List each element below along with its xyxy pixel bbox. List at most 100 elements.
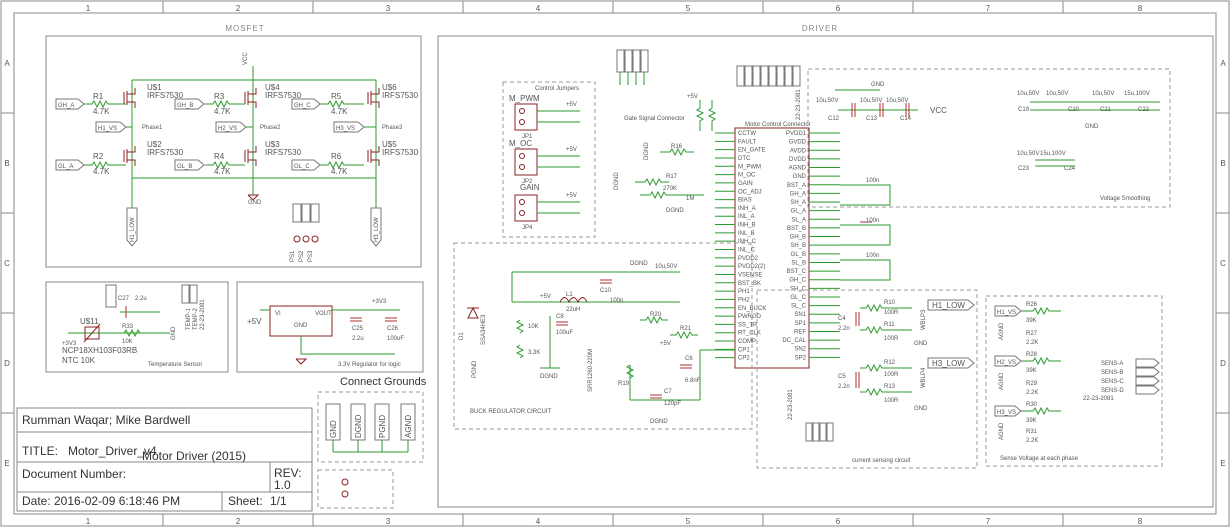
col-label-8: 8 — [1138, 4, 1143, 13]
driver-pin-ph2: PH2 — [738, 297, 750, 303]
current-sense-parts: R10 100R R11 100R R12 100R R13 100R C4 2… — [788, 299, 975, 442]
c20-ref: C20 — [1068, 107, 1080, 113]
c20-value: 10u,50V — [1046, 91, 1068, 97]
cap-vcc: VCC — [930, 106, 947, 115]
r28-value: 39K — [1026, 368, 1037, 374]
driver-pin-cp2: CP2 — [738, 356, 750, 362]
sense-date: 22-23-2081 — [1083, 396, 1114, 402]
temp-2: TEMP-2 — [193, 307, 199, 330]
c6-ref: C6 — [685, 356, 693, 362]
buck-dgnd-3: DGND — [650, 419, 668, 425]
buck-section-title: BUCK REGULATOR CIRCUIT — [470, 409, 551, 415]
r4-value: 4.7K — [214, 167, 231, 176]
c27-ref: C27 — [118, 296, 130, 302]
drv-5v: +5V — [687, 94, 698, 100]
jumper-5v-2: +5V — [566, 147, 577, 153]
connect-grounds-title: Connect Grounds — [340, 376, 427, 388]
flag-h2-vs: H2_VS — [218, 126, 237, 132]
gate-signal-title: Gate Signal Connector — [624, 116, 685, 122]
r10-value: 100R — [884, 310, 899, 316]
jumper-net-oc: M_OC — [509, 139, 532, 148]
temp-date: 22-23-2081 — [200, 299, 206, 330]
driver-pin-bst-bk: BST_BK — [738, 281, 761, 287]
supply-caps: GND 10u,50V 10u,50V 10u,50V C12 C13 C14 … — [816, 82, 947, 122]
reg-vout: VOUT — [315, 311, 332, 317]
sense-agnd-3: AGND — [999, 422, 1005, 440]
flag-gh-a: GH_A — [58, 103, 74, 109]
c4-value: 2.2n — [838, 326, 850, 332]
driver-section: DRIVER Control Jumpers M_PWM M_OC GAIN J… — [437, 24, 1214, 508]
driver-pin-ss-tr: SS_TR — [738, 322, 758, 328]
cs-gnd-1: GND — [914, 341, 928, 347]
schematic-sheet: 1 2 3 4 5 6 7 8 1 2 3 4 5 6 7 8 A B C D … — [0, 0, 1230, 527]
reg-vin: +5V — [247, 317, 262, 326]
c24-ref: C24 — [1064, 166, 1076, 172]
l1-value: 22uH — [566, 307, 580, 313]
driver-pin-sh-a: SH_A — [790, 200, 806, 206]
title-authors: Rumman Waqar; Mike Bardwell — [22, 413, 190, 427]
drv-dgnd-2: DGND — [666, 208, 684, 214]
col-label-5-bottom: 5 — [686, 517, 691, 526]
r13-value: 100R — [884, 398, 899, 404]
c5-ref: C5 — [838, 374, 846, 380]
current-sense-title: current sensing circuit — [852, 458, 911, 464]
r6-ref: R6 — [331, 152, 342, 161]
buck-c-10u: 10u,50V — [655, 264, 677, 270]
r18-value: 1M — [686, 196, 694, 202]
col-label-5: 5 — [686, 4, 691, 13]
c25-ref: C25 — [352, 326, 364, 332]
c21-ref: C21 — [1100, 107, 1112, 113]
driver-pin-ph1: PH1 — [738, 289, 750, 295]
row-label-d-right: D — [1220, 359, 1226, 368]
diode-ref: D1 — [459, 332, 465, 340]
flag-h1-low: H1_LOW — [130, 217, 136, 242]
c10-ref: C10 — [600, 288, 612, 294]
jumper-5v-1: +5V — [566, 102, 577, 108]
buck-r-r20: R20 — [650, 312, 662, 318]
sens-b: SENS-B — [1101, 370, 1123, 376]
col-label-1: 1 — [86, 4, 91, 13]
pad-ps3: PS3 — [308, 250, 314, 262]
jumper-jp2: JP2 — [522, 179, 533, 185]
driver-pin-pvdd1: PVDD1 — [786, 131, 807, 137]
smoothing-caps: 10u,50V 10u,50V 10u,50V 15u,100V C19 C20… — [1017, 91, 1160, 172]
c25-value: 2.2u — [352, 336, 364, 342]
motor-control-date: 22-23-2081 — [796, 89, 802, 120]
buck-r-r21: R21 — [680, 326, 692, 332]
buck-r-3k3: 3.3K — [528, 350, 540, 356]
reg-vout-net: +3V3 — [372, 299, 387, 305]
driver-pin-ref: REF — [794, 329, 806, 335]
c24-value: 15u,100V — [1040, 151, 1066, 157]
col-label-3: 3 — [386, 4, 391, 13]
r16-ref: R16 — [671, 144, 683, 150]
boot-c-a: 100n — [866, 178, 879, 184]
driver-pin-dvdd: DVDD — [789, 157, 807, 163]
c14-ref: C14 — [900, 116, 912, 122]
c8-ref: C8 — [556, 314, 564, 320]
sens-c: SENS-C — [1101, 379, 1124, 385]
cs-date: 22-23-2081 — [788, 389, 794, 420]
r31-ref: R31 — [1026, 429, 1038, 435]
driver-pin-gl-b: GL_B — [791, 252, 806, 258]
r11-value: 100R — [884, 336, 899, 342]
r33-value: 10K — [122, 339, 133, 345]
drv-dgnd-1: DGND — [644, 142, 650, 160]
driver-pin-m-pwm: M_PWM — [738, 164, 761, 170]
driver-pin-oc-adj: OC_ADJ — [738, 189, 762, 195]
r29-value: 2.2K — [1026, 390, 1038, 396]
driver-pin-bias: BIAS — [738, 198, 752, 204]
driver-pin-sh-c: SH_C — [790, 286, 807, 292]
driver-pin-pvdd2: PVDD2 — [738, 256, 759, 262]
r1-ref: R1 — [93, 92, 104, 101]
driver-section-title: DRIVER — [802, 24, 838, 33]
c19-ref: C19 — [1018, 107, 1030, 113]
r4-ref: R4 — [214, 152, 225, 161]
col-label-7: 7 — [986, 4, 991, 13]
cs-gnd-2: GND — [914, 406, 928, 412]
driver-pin-inh-a: INH_A — [738, 206, 756, 212]
c23-ref: C23 — [1018, 166, 1030, 172]
driver-pin-agnd: AGND — [789, 166, 807, 172]
flag-gl-c: GL_C — [294, 164, 310, 170]
voltage-smoothing-title: Voltage Smoothing — [1100, 196, 1150, 202]
flag-gh-c: GH_C — [294, 103, 311, 109]
